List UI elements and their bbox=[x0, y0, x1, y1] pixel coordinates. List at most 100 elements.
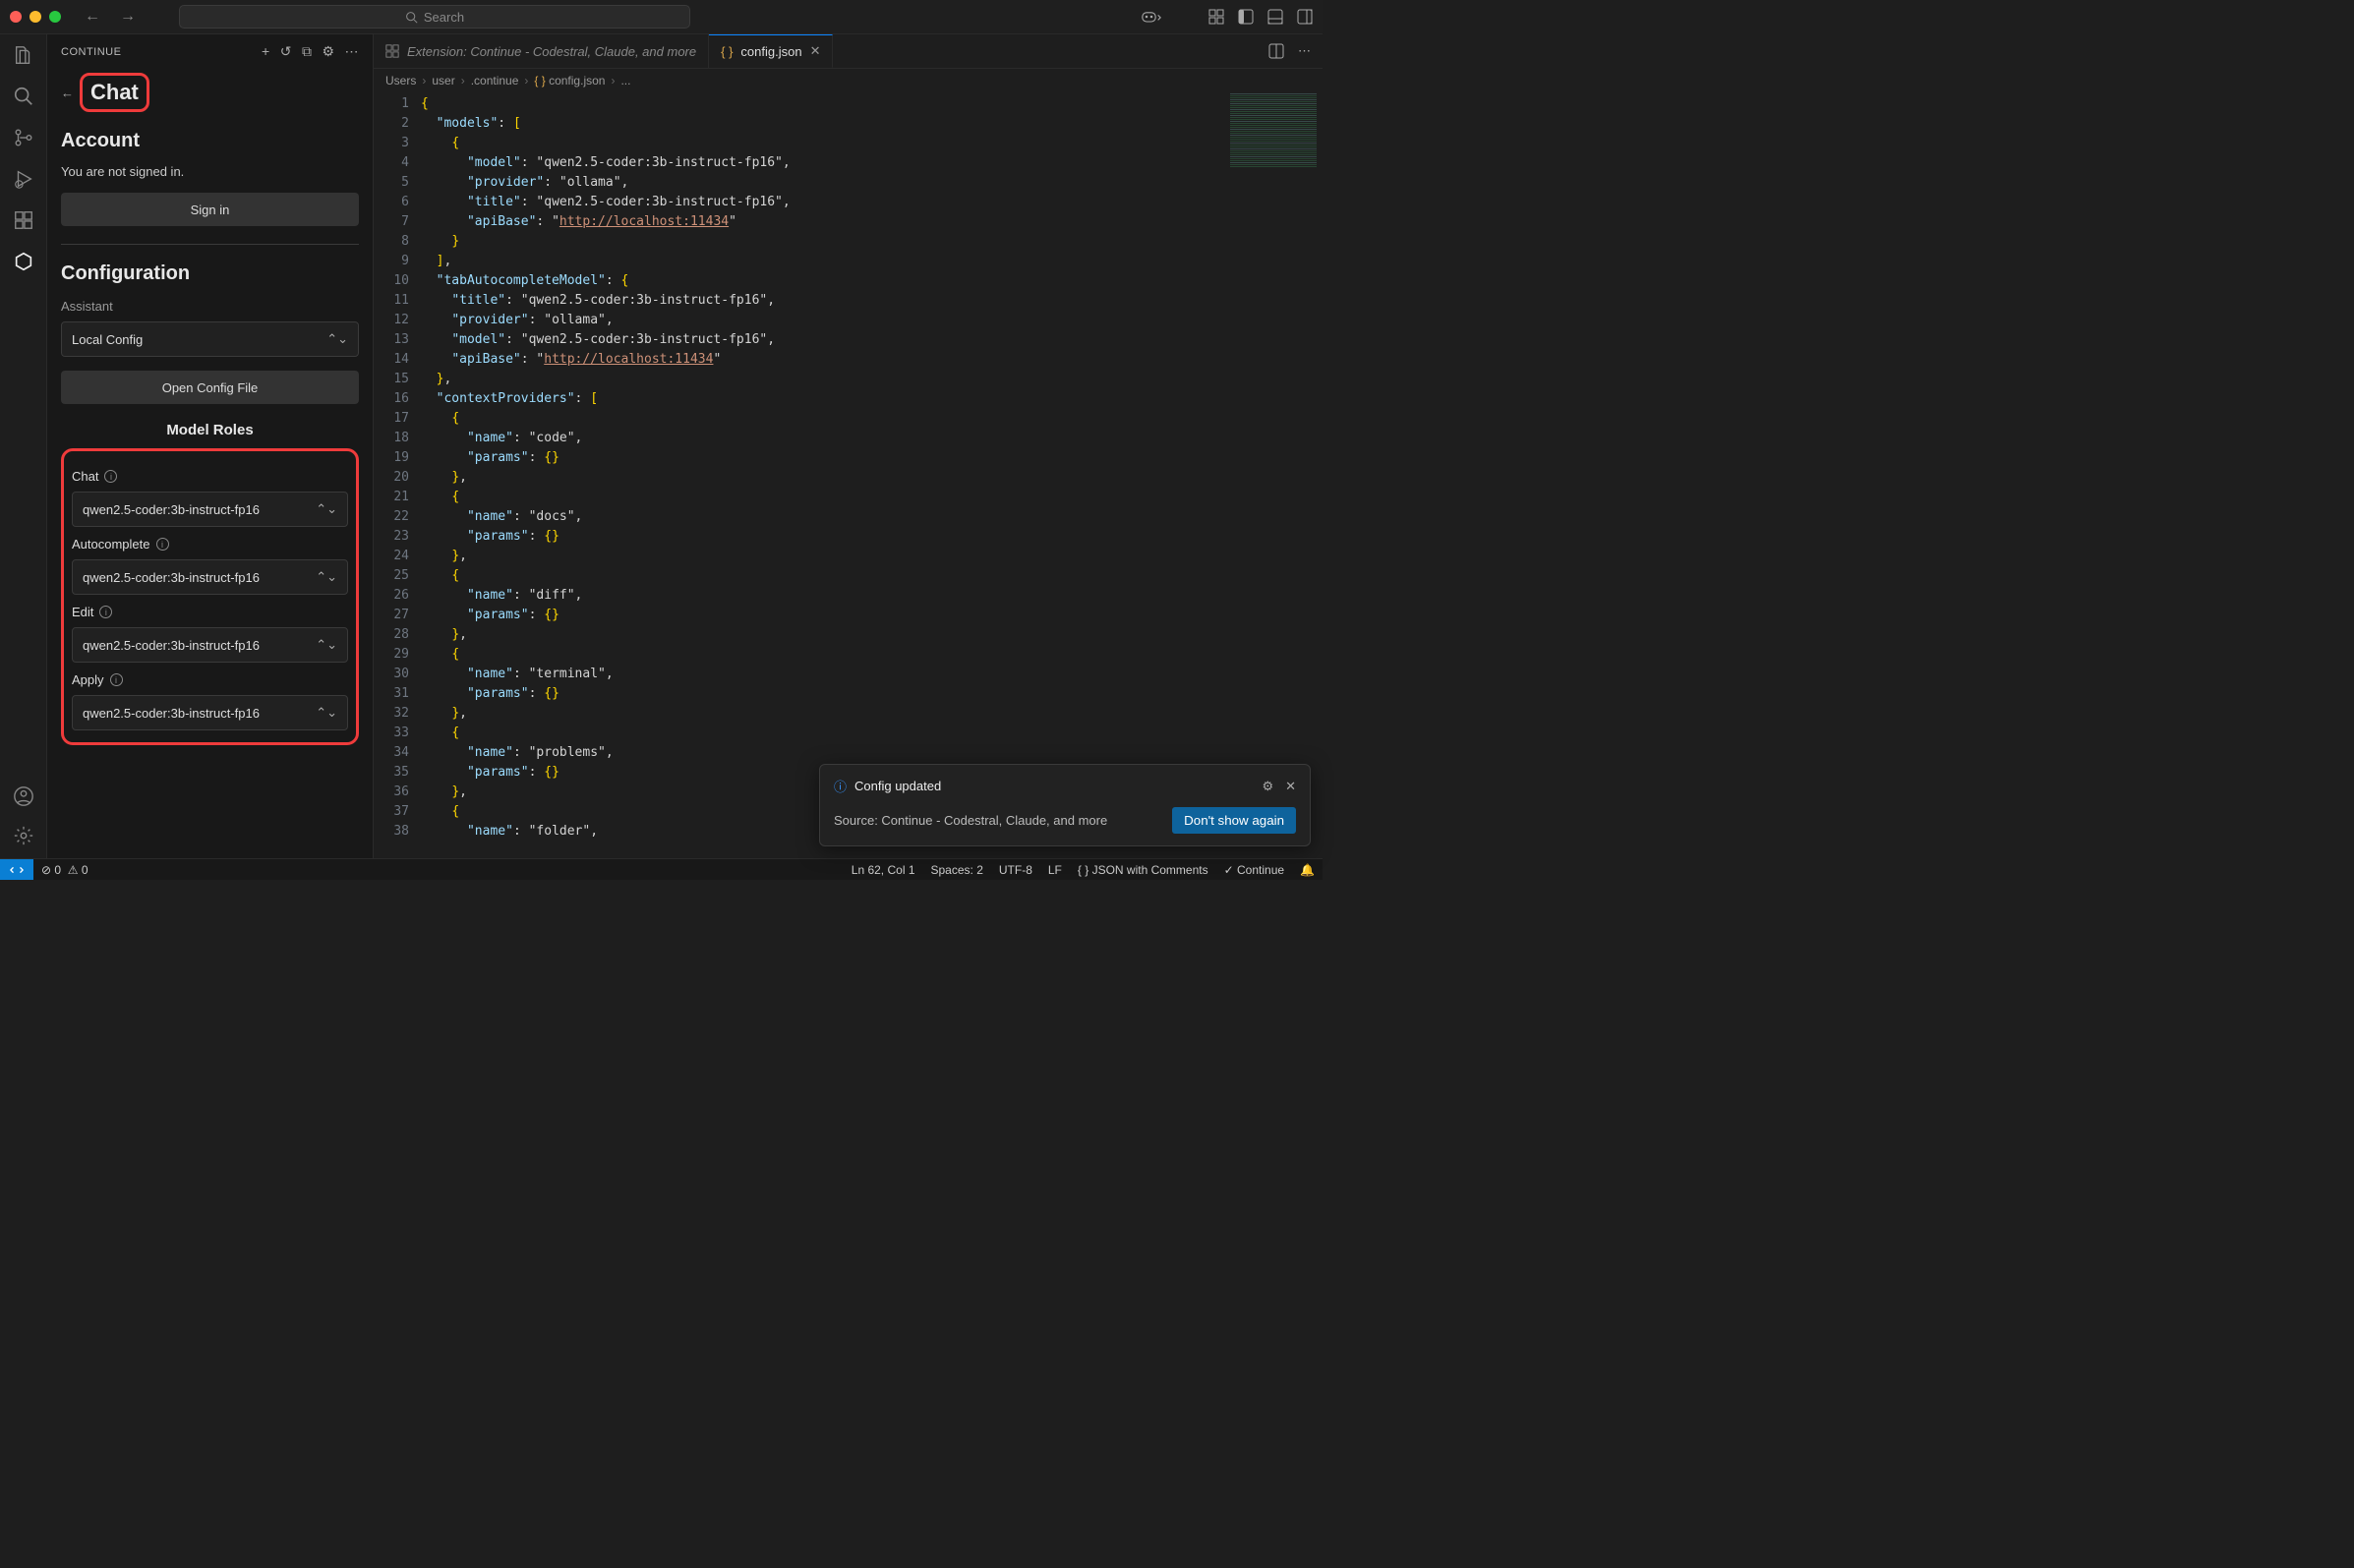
chat-heading: Chat bbox=[90, 80, 139, 104]
extensions-icon[interactable] bbox=[13, 209, 34, 231]
open-external-icon[interactable]: ⧉ bbox=[302, 43, 313, 60]
status-encoding[interactable]: UTF-8 bbox=[991, 863, 1040, 877]
status-notifications-icon[interactable]: 🔔 bbox=[1292, 863, 1323, 877]
minimize-window-button[interactable] bbox=[29, 11, 41, 23]
breadcrumb-segment[interactable]: Users bbox=[385, 74, 416, 87]
notification-toast: ⓘ Config updated ⚙ ✕ Source: Continue - … bbox=[819, 764, 1311, 846]
breadcrumb-segment[interactable]: .continue bbox=[471, 74, 519, 87]
split-editor-icon[interactable] bbox=[1268, 43, 1284, 59]
role-value: qwen2.5-coder:3b-instruct-fp16 bbox=[83, 502, 260, 517]
breadcrumb[interactable]: Users›user›.continue›{ } config.json›... bbox=[374, 69, 1323, 92]
breadcrumb-segment[interactable]: user bbox=[432, 74, 454, 87]
divider bbox=[61, 244, 359, 245]
json-file-icon: { } bbox=[721, 44, 733, 59]
maximize-window-button[interactable] bbox=[49, 11, 61, 23]
open-config-button[interactable]: Open Config File bbox=[61, 371, 359, 404]
line-numbers: 1234567891011121314151617181920212223242… bbox=[374, 92, 421, 858]
window-controls bbox=[10, 11, 61, 23]
status-bar: ⊘ 0 ⚠ 0 Ln 62, Col 1 Spaces: 2 UTF-8 LF … bbox=[0, 858, 1323, 880]
search-icon bbox=[405, 11, 418, 24]
sidebar-header: CONTINUE + ↺ ⧉ ⚙ ⋯ bbox=[47, 34, 373, 69]
role-label: Autocompletei bbox=[72, 537, 348, 552]
more-icon[interactable]: ⋯ bbox=[345, 43, 360, 60]
history-icon[interactable]: ↺ bbox=[280, 43, 292, 60]
highlighted-model-roles: Chati qwen2.5-coder:3b-instruct-fp16 ⌃⌄ Aut… bbox=[61, 448, 359, 745]
info-icon: i bbox=[110, 673, 123, 686]
editor-tabs: Extension: Continue - Codestral, Claude,… bbox=[374, 34, 1323, 69]
info-icon: i bbox=[156, 538, 169, 551]
chevron-updown-icon: ⌃⌄ bbox=[316, 501, 337, 517]
close-window-button[interactable] bbox=[10, 11, 22, 23]
editor-area: Extension: Continue - Codestral, Claude,… bbox=[374, 34, 1323, 858]
role-label: Chati bbox=[72, 469, 348, 484]
chevron-updown-icon: ⌃⌄ bbox=[316, 705, 337, 721]
role-select-autocomplete[interactable]: qwen2.5-coder:3b-instruct-fp16⌃⌄ bbox=[72, 559, 348, 595]
signed-out-text: You are not signed in. bbox=[61, 164, 359, 179]
chat-header-row: ← Chat bbox=[61, 73, 359, 112]
notification-source: Source: Continue - Codestral, Claude, an… bbox=[834, 813, 1107, 828]
status-eol[interactable]: LF bbox=[1040, 863, 1070, 877]
info-icon: i bbox=[104, 470, 117, 483]
status-problems[interactable]: ⊘ 0 ⚠ 0 bbox=[33, 863, 96, 877]
explorer-icon[interactable] bbox=[13, 44, 34, 66]
code-editor[interactable]: 1234567891011121314151617181920212223242… bbox=[374, 92, 1323, 858]
info-icon: ⓘ bbox=[834, 777, 847, 795]
back-arrow-icon[interactable]: ← bbox=[61, 86, 74, 100]
tab-extension[interactable]: Extension: Continue - Codestral, Claude,… bbox=[374, 34, 709, 68]
role-select-chat[interactable]: qwen2.5-coder:3b-instruct-fp16 ⌃⌄ bbox=[72, 492, 348, 527]
notification-close-icon[interactable]: ✕ bbox=[1285, 779, 1296, 794]
role-value: qwen2.5-coder:3b-instruct-fp16 bbox=[83, 706, 260, 721]
model-roles-heading: Model Roles bbox=[61, 422, 359, 438]
toggle-primary-sidebar-icon[interactable] bbox=[1238, 9, 1254, 25]
notification-gear-icon[interactable]: ⚙ bbox=[1262, 779, 1273, 794]
new-chat-icon[interactable]: + bbox=[262, 43, 270, 60]
info-icon: i bbox=[99, 606, 112, 618]
role-value: qwen2.5-coder:3b-instruct-fp16 bbox=[83, 638, 260, 653]
run-debug-icon[interactable] bbox=[13, 168, 34, 190]
command-center-search[interactable]: Search bbox=[179, 5, 690, 29]
settings-gear-icon[interactable] bbox=[13, 825, 34, 846]
tab-config-json[interactable]: { } config.json ✕ bbox=[709, 34, 833, 68]
copilot-icon[interactable] bbox=[1142, 9, 1161, 25]
status-language[interactable]: { } JSON with Comments bbox=[1070, 863, 1216, 877]
sign-in-button[interactable]: Sign in bbox=[61, 193, 359, 226]
search-placeholder: Search bbox=[424, 10, 464, 25]
continue-sidebar: CONTINUE + ↺ ⧉ ⚙ ⋯ ← Chat Account You ar… bbox=[47, 34, 374, 858]
sidebar-title: CONTINUE bbox=[61, 46, 121, 58]
continue-icon[interactable] bbox=[13, 251, 34, 272]
role-select-edit[interactable]: qwen2.5-coder:3b-instruct-fp16 ⌃⌄ bbox=[72, 627, 348, 663]
chevron-updown-icon: ⌃⌄ bbox=[326, 331, 348, 347]
titlebar-right bbox=[1142, 9, 1313, 25]
layout-customize-icon[interactable] bbox=[1208, 9, 1224, 25]
dont-show-again-button[interactable]: Don't show again bbox=[1172, 807, 1296, 834]
highlighted-chat-heading: Chat bbox=[80, 73, 149, 112]
source-control-icon[interactable] bbox=[13, 127, 34, 148]
toggle-secondary-sidebar-icon[interactable] bbox=[1297, 9, 1313, 25]
tab-extension-label: Extension: Continue - Codestral, Claude,… bbox=[407, 44, 696, 59]
minimap[interactable] bbox=[1224, 92, 1323, 240]
close-tab-icon[interactable]: ✕ bbox=[810, 43, 821, 59]
configuration-heading: Configuration bbox=[61, 262, 359, 285]
role-label: Applyi bbox=[72, 672, 348, 687]
titlebar: ← → Search bbox=[0, 0, 1323, 34]
chevron-updown-icon: ⌃⌄ bbox=[316, 637, 337, 653]
status-cursor-position[interactable]: Ln 62, Col 1 bbox=[844, 863, 923, 877]
more-actions-icon[interactable]: ⋯ bbox=[1298, 43, 1311, 59]
assistant-label: Assistant bbox=[61, 299, 359, 314]
code-content[interactable]: { "models": [ { "model": "qwen2.5-coder:… bbox=[421, 92, 1323, 858]
breadcrumb-segment[interactable]: ... bbox=[620, 74, 630, 87]
toggle-panel-icon[interactable] bbox=[1267, 9, 1283, 25]
assistant-select[interactable]: Local Config ⌃⌄ bbox=[61, 321, 359, 357]
search-icon[interactable] bbox=[13, 86, 34, 107]
nav-back-button[interactable]: ← bbox=[79, 8, 106, 26]
extension-tab-icon bbox=[385, 44, 399, 58]
accounts-icon[interactable] bbox=[13, 785, 34, 807]
nav-forward-button[interactable]: → bbox=[114, 8, 142, 26]
status-continue[interactable]: ✓ Continue bbox=[1216, 863, 1292, 877]
gear-icon[interactable]: ⚙ bbox=[322, 43, 334, 60]
role-select-apply[interactable]: qwen2.5-coder:3b-instruct-fp16 ⌃⌄ bbox=[72, 695, 348, 730]
breadcrumb-segment[interactable]: { } config.json bbox=[534, 74, 605, 87]
remote-indicator[interactable] bbox=[0, 859, 33, 880]
status-indentation[interactable]: Spaces: 2 bbox=[923, 863, 991, 877]
account-heading: Account bbox=[61, 130, 359, 152]
